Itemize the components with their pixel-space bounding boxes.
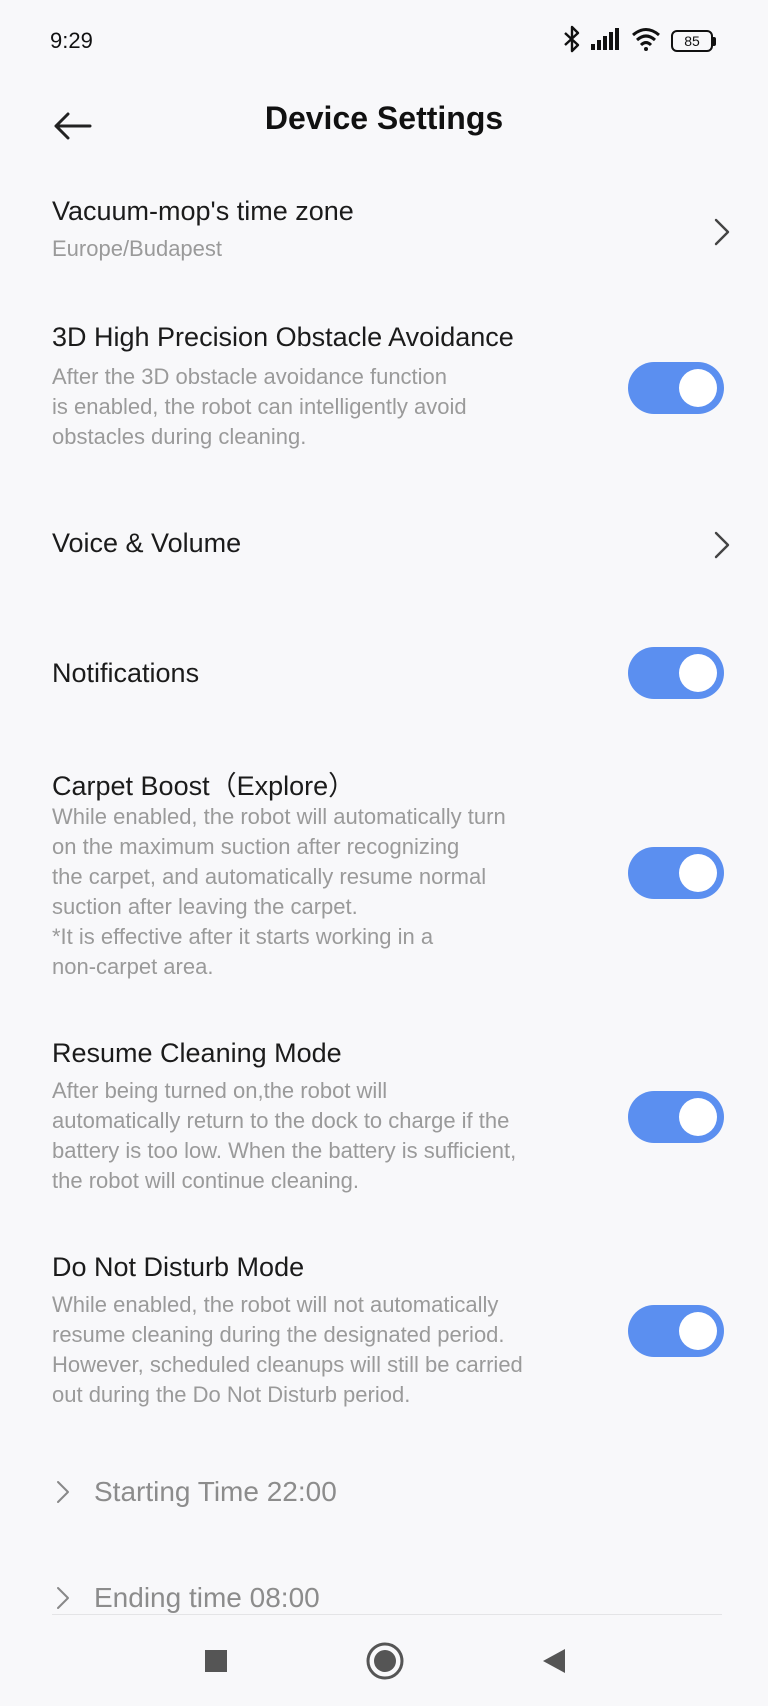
obstacle-desc-line: obstacles during cleaning.	[52, 424, 307, 449]
wifi-icon	[631, 27, 661, 56]
chevron-right-icon	[708, 212, 736, 252]
back-button[interactable]	[530, 1637, 578, 1685]
battery-icon: 85	[671, 30, 716, 52]
carpet-desc-line: the carpet, and automatically resume nor…	[52, 864, 487, 889]
carpet-desc-line: non-carpet area.	[52, 954, 214, 979]
status-icons: 85	[563, 24, 716, 58]
chevron-right-icon	[708, 525, 736, 565]
carpet-desc-line: While enabled, the robot will automatica…	[52, 804, 506, 829]
signal-icon	[591, 27, 621, 55]
resume-desc-line: the robot will continue cleaning.	[52, 1168, 359, 1193]
dnd-desc-line: out during the Do Not Disturb period.	[52, 1382, 411, 1407]
carpet-boost-description: While enabled, the robot will automatica…	[52, 802, 612, 982]
home-button[interactable]	[361, 1637, 409, 1685]
carpet-boost-title: Carpet Boost（Explore）	[52, 771, 356, 801]
dnd-toggle[interactable]	[628, 1305, 724, 1357]
chevron-right-icon	[56, 1480, 70, 1509]
page-title: Device Settings	[264, 100, 504, 136]
dnd-desc-line: resume cleaning during the designated pe…	[52, 1322, 505, 1347]
dnd-row: Do Not Disturb Mode While enabled, the r…	[0, 1248, 768, 1408]
battery-level: 85	[671, 30, 713, 52]
obstacle-desc-line: is enabled, the robot can intelligently …	[52, 394, 467, 419]
timezone-title: Vacuum-mop's time zone	[52, 196, 354, 226]
carpet-boost-row: Carpet Boost（Explore） While enabled, the…	[0, 760, 768, 980]
timezone-value: Europe/Budapest	[52, 236, 223, 261]
triangle-back-icon	[543, 1649, 565, 1673]
carpet-boost-toggle[interactable]	[628, 847, 724, 899]
dnd-desc-line: While enabled, the robot will not automa…	[52, 1292, 499, 1317]
status-time: 9:29	[50, 28, 93, 53]
resume-desc-line: After being turned on,the robot will	[52, 1078, 388, 1103]
dnd-start-time-row[interactable]: Starting Time 22:00	[52, 1466, 732, 1522]
dnd-desc-line: However, scheduled cleanups will still b…	[52, 1352, 523, 1377]
carpet-desc-line: suction after leaving the carpet.	[52, 894, 358, 919]
carpet-desc-line: on the maximum suction after recognizing	[52, 834, 460, 859]
dnd-end-time: Ending time 08:00	[94, 1582, 320, 1613]
bluetooth-icon	[563, 25, 581, 58]
notifications-row: Notifications	[0, 640, 768, 710]
resume-desc-line: battery is too low. When the battery is …	[52, 1138, 517, 1163]
timezone-row[interactable]: Vacuum-mop's time zone Europe/Budapest	[0, 186, 768, 276]
dnd-title: Do Not Disturb Mode	[52, 1252, 305, 1282]
navigation-bar	[0, 1615, 768, 1706]
carpet-desc-line: *It is effective after it starts working…	[52, 924, 434, 949]
dnd-start-time: Starting Time 22:00	[94, 1476, 337, 1507]
square-icon	[205, 1650, 227, 1672]
obstacle-avoidance-row: 3D High Precision Obstacle Avoidance Aft…	[0, 314, 768, 454]
obstacle-title: 3D High Precision Obstacle Avoidance	[52, 322, 514, 352]
notifications-title: Notifications	[52, 658, 200, 688]
chevron-right-icon	[56, 1586, 70, 1615]
obstacle-desc-line: After the 3D obstacle avoidance function	[52, 364, 448, 389]
voice-volume-title: Voice & Volume	[52, 528, 242, 558]
resume-cleaning-title: Resume Cleaning Mode	[52, 1038, 342, 1068]
resume-desc-line: automatically return to the dock to char…	[52, 1108, 510, 1133]
recents-button[interactable]	[192, 1637, 240, 1685]
resume-cleaning-toggle[interactable]	[628, 1091, 724, 1143]
circle-icon	[366, 1642, 404, 1680]
dnd-description: While enabled, the robot will not automa…	[52, 1290, 612, 1410]
notifications-toggle[interactable]	[628, 647, 724, 699]
resume-cleaning-row: Resume Cleaning Mode After being turned …	[0, 1034, 768, 1194]
obstacle-toggle[interactable]	[628, 362, 724, 414]
status-bar: 9:29 85	[0, 0, 768, 86]
resume-cleaning-description: After being turned on,the robot will aut…	[52, 1076, 612, 1196]
voice-volume-row[interactable]: Voice & Volume	[0, 510, 768, 580]
obstacle-description: After the 3D obstacle avoidance function…	[52, 362, 612, 452]
header: Device Settings	[0, 86, 768, 186]
